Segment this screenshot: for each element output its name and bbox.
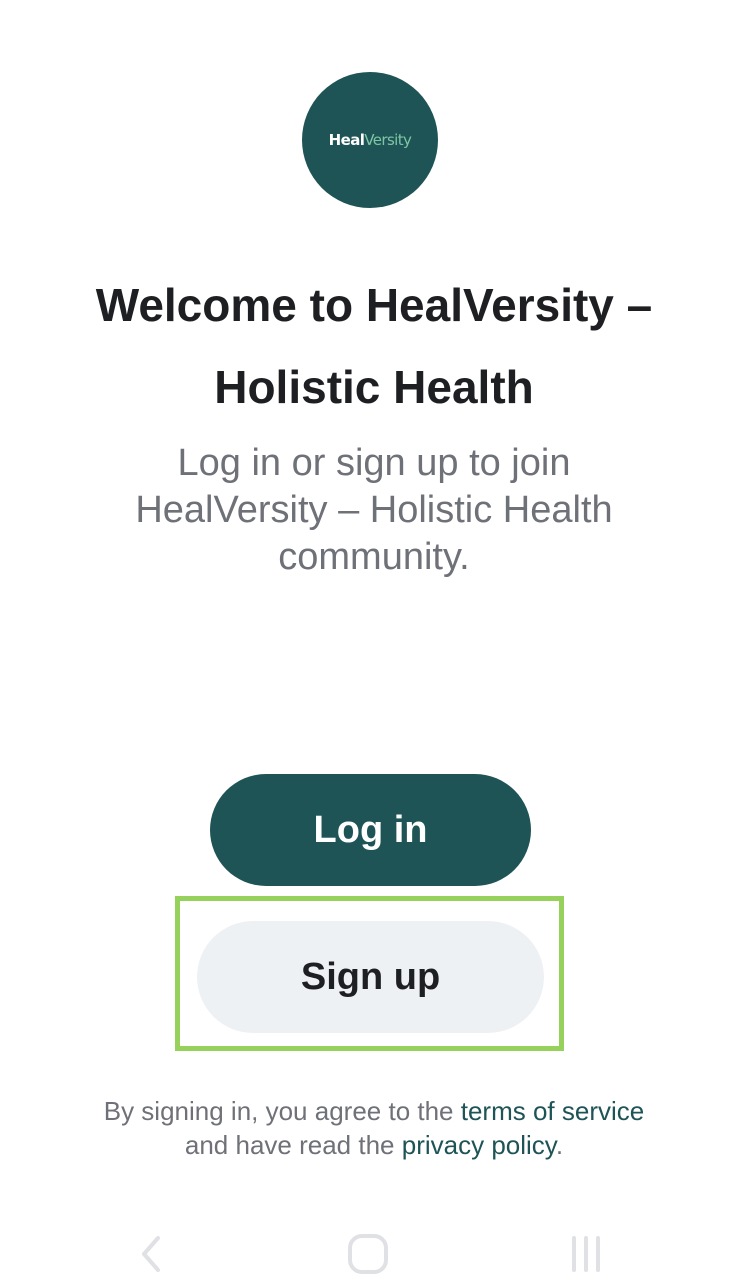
terms-of-service-link[interactable]: terms of service xyxy=(461,1096,645,1126)
app-logo: HealVersity xyxy=(302,72,438,208)
system-navigation-bar xyxy=(0,1222,748,1286)
login-button[interactable]: Log in xyxy=(210,774,531,886)
back-icon[interactable] xyxy=(121,1230,181,1278)
legal-prefix: By signing in, you agree to the xyxy=(103,1096,454,1126)
privacy-policy-link[interactable]: privacy policy xyxy=(402,1130,556,1160)
home-icon[interactable] xyxy=(338,1230,398,1278)
welcome-subtitle: Log in or sign up to join HealVersity – … xyxy=(135,442,613,578)
recent-apps-icon[interactable] xyxy=(556,1230,616,1278)
legal-suffix: . xyxy=(555,1130,564,1160)
logo-text-versity: Versity xyxy=(364,131,412,149)
legal-middle: and have read the xyxy=(184,1130,395,1160)
logo-text: HealVersity xyxy=(329,131,412,149)
legal-notice: By signing in, you agree to the terms of… xyxy=(20,1094,728,1162)
welcome-title: Welcome to HealVersity – Holistic Health xyxy=(95,279,653,413)
logo-text-heal: Heal xyxy=(328,131,365,149)
signup-button[interactable]: Sign up xyxy=(197,921,544,1033)
